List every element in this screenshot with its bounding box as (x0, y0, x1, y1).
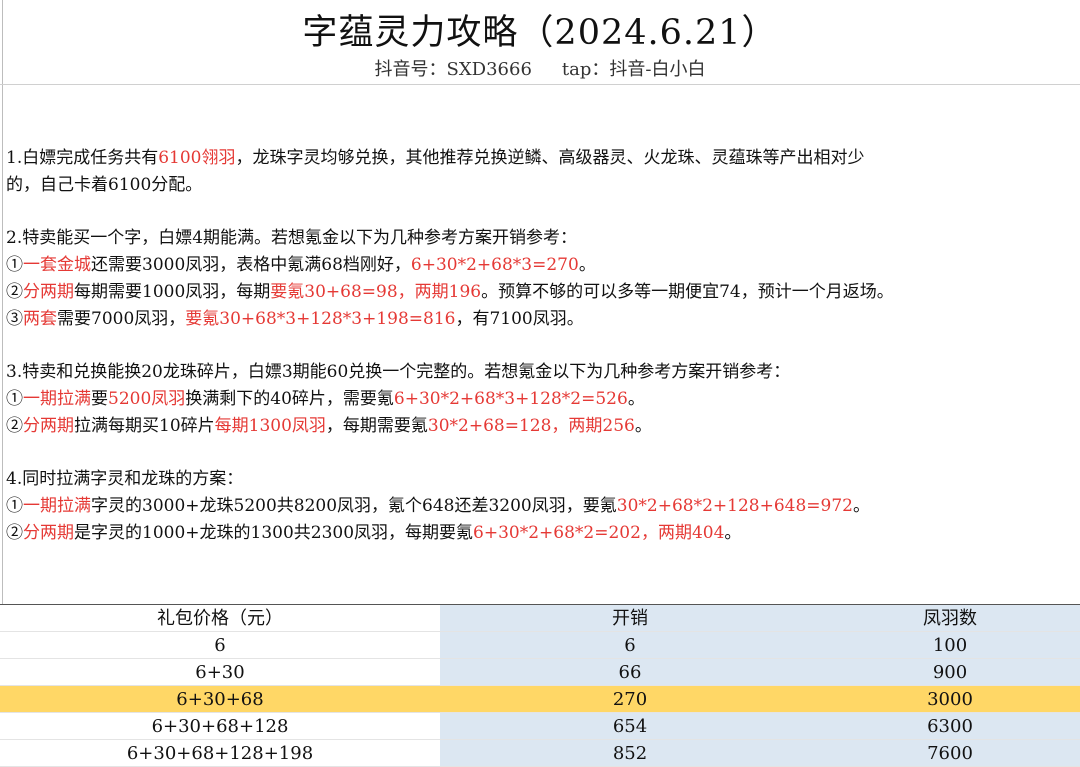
highlight-text: 一期拉满 (23, 389, 91, 409)
feathers-cell: 900 (820, 659, 1080, 686)
text-segment: 4.同时拉满字灵和龙珠的方案： (6, 469, 244, 489)
table-row: 6+30+68+128 654 6300 (0, 713, 1080, 740)
highlight-text: 两套 (23, 309, 57, 329)
text-segment: 每期需要1000凤羽，每期 (74, 282, 271, 302)
text-segment: ，每期需要氪 (325, 416, 428, 436)
tap-id: tap：抖音-白小白 (561, 59, 706, 80)
highlight-text: 每期1300凤羽 (214, 416, 326, 436)
header-feathers: 凤羽数 (820, 605, 1080, 632)
highlight-text: 6+30*2+68*3+128*2=526 (393, 389, 628, 409)
text-line: ①一套金城还需要3000凤羽，表格中氪满68档刚好，6+30*2+68*3=27… (6, 252, 1076, 279)
text-segment: 。 (724, 523, 742, 543)
text-line: 2.特卖能买一个字，白嫖4期能满。若想氪金以下为几种参考方案开销参考： (6, 225, 1076, 252)
text-line: ①一期拉满要5200凤羽换满剩下的40碎片，需要氪6+30*2+68*3+128… (6, 386, 1076, 413)
table-row: 6 6 100 (0, 632, 1080, 659)
highlight-text: 要氪30+68*3+128*3+198=816 (185, 309, 456, 329)
feathers-cell: 3000 (820, 686, 1080, 713)
text-segment: 换满剩下的40碎片，需要氪 (185, 389, 394, 409)
highlight-text: 一套金城 (23, 255, 91, 275)
page-subtitle: 抖音号：SXD3666 tap：抖音-白小白 (0, 57, 1080, 83)
text-line: 1.白嫖完成任务共有6100翎羽，龙珠字灵均够兑换，其他推荐兑换逆鳞、高级器灵、… (6, 145, 1076, 172)
highlight-text: 6+30*2+68*3=270 (410, 255, 579, 275)
guide-text: 1.白嫖完成任务共有6100翎羽，龙珠字灵均够兑换，其他推荐兑换逆鳞、高级器灵、… (6, 145, 1076, 547)
text-segment: 拉满每期买10碎片 (74, 416, 215, 436)
row-divider (0, 84, 1080, 85)
text-segment: ，龙珠字灵均够兑换，其他推荐兑换逆鳞、高级器灵、火龙珠、灵蕴珠等产出相对少 (235, 148, 865, 168)
text-line: 3.特卖和兑换能换20龙珠碎片，白嫖3期能60兑换一个完整的。若想氪金以下为几种… (6, 359, 1076, 386)
price-cell: 6+30+68+128+198 (0, 740, 440, 767)
highlight-text: 一期拉满 (23, 496, 91, 516)
feathers-cell: 100 (820, 632, 1080, 659)
text-segment: 是字灵的1000+龙珠的1300共2300凤羽，每期要氪 (74, 523, 474, 543)
cost-cell: 270 (440, 686, 820, 713)
text-segment: 字灵的3000+龙珠5200共8200凤羽，氪个648还差3200凤羽，要氪 (91, 496, 617, 516)
text-line: ②分两期拉满每期买10碎片每期1300凤羽，每期需要氪30*2+68=128，两… (6, 413, 1076, 440)
text-line: ③两套需要7000凤羽，要氪30+68*3+128*3+198=816，有710… (6, 306, 1076, 333)
text-segment: 。预算不够的可以多等一期便宜74，预计一个月返场。 (481, 282, 894, 302)
highlight-text: 30*2+68*2+128+648=972 (616, 496, 853, 516)
text-segment: 3.特卖和兑换能换20龙珠碎片，白嫖3期能60兑换一个完整的。若想氪金以下为几种… (6, 362, 791, 382)
text-segment: 。 (578, 255, 596, 275)
text-segment: ③ (6, 309, 23, 329)
text-segment: ，有7100凤羽。 (455, 309, 584, 329)
cost-cell: 654 (440, 713, 820, 740)
feathers-cell: 6300 (820, 713, 1080, 740)
text-segment: ① (6, 389, 23, 409)
text-segment: ① (6, 496, 23, 516)
text-segment: 。 (634, 416, 652, 436)
text-segment: 1.白嫖完成任务共有 (6, 148, 159, 168)
cost-cell: 66 (440, 659, 820, 686)
highlight-text: 分两期 (23, 282, 74, 302)
price-table: 礼包价格（元） 开销 凤羽数 6 6 100 6+30 66 900 6+30+68 270 3… (0, 604, 1080, 767)
text-line: ②分两期每期需要1000凤羽，每期要氪30+68=98，两期196。预算不够的可… (6, 279, 1076, 306)
table-header: 礼包价格（元） 开销 凤羽数 (0, 605, 1080, 632)
text-segment: 需要7000凤羽， (57, 309, 186, 329)
text-line: 的，自己卡着6100分配。 (6, 172, 1076, 199)
highlight-text: 分两期 (23, 523, 74, 543)
price-cell: 6+30 (0, 659, 440, 686)
douyin-id: 抖音号：SXD3666 (374, 59, 532, 80)
cost-cell: 6 (440, 632, 820, 659)
text-segment: ② (6, 282, 23, 302)
highlight-text: 30*2+68=128，两期256 (427, 416, 635, 436)
page-title: 字蕴灵力攻略（2024.6.21） (302, 13, 778, 53)
highlight-text: 要氪30+68=98，两期196 (270, 282, 482, 302)
highlight-text: 5200凤羽 (108, 389, 186, 409)
text-segment: 的，自己卡着6100分配。 (6, 175, 203, 195)
header-cost: 开销 (440, 605, 820, 632)
price-cell: 6 (0, 632, 440, 659)
text-segment: 。 (852, 496, 870, 516)
text-segment: ② (6, 523, 23, 543)
text-segment: 要 (91, 389, 108, 409)
feathers-cell: 7600 (820, 740, 1080, 767)
text-line: ①一期拉满字灵的3000+龙珠5200共8200凤羽，氪个648还差3200凤羽… (6, 493, 1076, 520)
highlight-text: 6+30*2+68*2=202，两期404 (473, 523, 725, 543)
table-row: 6+30+68 270 3000 (0, 686, 1080, 713)
text-segment: 2.特卖能买一个字，白嫖4期能满。若想氪金以下为几种参考方案开销参考： (6, 228, 578, 248)
text-segment: ② (6, 416, 23, 436)
price-cell: 6+30+68 (0, 686, 440, 713)
highlight-text: 分两期 (23, 416, 74, 436)
text-segment: ① (6, 255, 23, 275)
cost-cell: 852 (440, 740, 820, 767)
text-line: ②分两期是字灵的1000+龙珠的1300共2300凤羽，每期要氪6+30*2+6… (6, 520, 1076, 547)
text-line: 4.同时拉满字灵和龙珠的方案： (6, 466, 1076, 493)
highlight-text: 6100翎羽 (158, 148, 236, 168)
table-row: 6+30+68+128+198 852 7600 (0, 740, 1080, 767)
table-row: 6+30 66 900 (0, 659, 1080, 686)
text-segment: 还需要3000凤羽，表格中氪满68档刚好， (91, 255, 411, 275)
price-cell: 6+30+68+128 (0, 713, 440, 740)
text-segment: 。 (627, 389, 645, 409)
header-price: 礼包价格（元） (0, 605, 440, 632)
